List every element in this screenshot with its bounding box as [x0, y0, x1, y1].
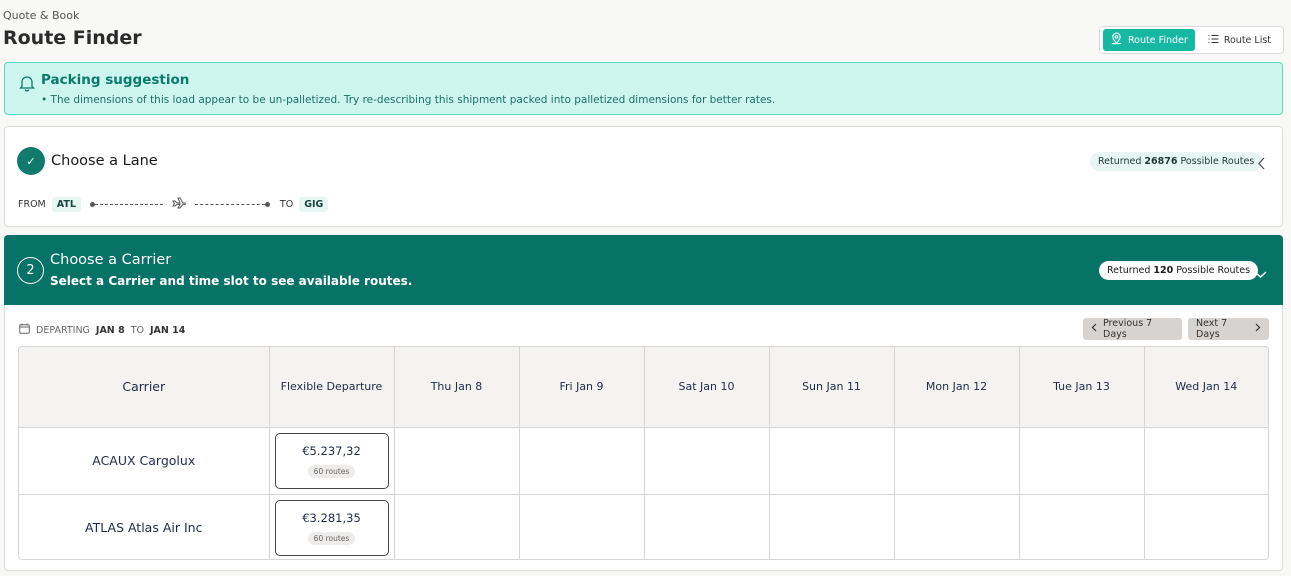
chevron-right-icon	[1255, 323, 1261, 335]
carrier-schedule-table: Carrier Flexible Departure Thu Jan 8 Fri…	[18, 346, 1269, 560]
price: €5.237,32	[302, 443, 361, 458]
chevron-left-icon	[1091, 323, 1097, 335]
alert-message: • The dimensions of this load appear to …	[41, 94, 776, 106]
price-card[interactable]: €3.281,35 60 routes	[274, 499, 389, 556]
carrier-name: ACAUX Cargolux	[19, 427, 270, 495]
next-label: Next 7 Days	[1196, 318, 1228, 340]
calendar-icon	[19, 323, 30, 337]
chevron-left-icon[interactable]	[1257, 155, 1266, 174]
route-dash	[194, 203, 265, 205]
choose-lane-card: ✓ Choose a Lane Returned 26876 Possible …	[4, 126, 1283, 227]
route-finder-tab[interactable]: Route Finder	[1103, 29, 1195, 51]
chevron-down-icon[interactable]	[1254, 264, 1267, 283]
list-icon	[1208, 34, 1219, 47]
breadcrumb: Quote & Book	[3, 9, 80, 22]
plane-icon	[171, 197, 186, 212]
view-toggle: Route Finder Route List	[1099, 26, 1284, 54]
departing-range: DEPARTING JAN 8 TO JAN 14	[19, 323, 185, 337]
carrier-step-title: Choose a Carrier	[50, 252, 172, 268]
previous-7-days-button[interactable]: Previous 7 Days	[1083, 318, 1182, 340]
routes-badge: 60 routes	[307, 531, 356, 545]
returned-suffix: Possible Routes	[1176, 265, 1251, 276]
carrier-returned-badge: Returned 120 Possible Routes	[1099, 261, 1259, 280]
step-number: 2	[17, 257, 44, 284]
next-7-days-button[interactable]: Next 7 Days	[1188, 318, 1269, 340]
alert-title: Packing suggestion	[41, 72, 190, 88]
day-cell[interactable]	[769, 494, 895, 559]
flexible-departure-cell: €3.281,35 60 routes	[269, 494, 395, 559]
day-cell[interactable]	[769, 427, 895, 495]
column-header-carrier: Carrier	[19, 347, 270, 428]
column-header-day: Mon Jan 12	[894, 347, 1020, 428]
returned-count: 120	[1153, 265, 1174, 276]
day-cell[interactable]	[394, 427, 520, 495]
choose-carrier-header[interactable]: 2 Choose a Carrier Select a Carrier and …	[4, 235, 1283, 305]
departing-from-date: JAN 8	[95, 324, 125, 336]
day-cell[interactable]	[1144, 494, 1268, 559]
returned-suffix: Possible Routes	[1180, 156, 1255, 167]
destination-code: GIG	[299, 196, 329, 212]
previous-label: Previous 7 Days	[1103, 318, 1153, 340]
column-header-day: Thu Jan 8	[394, 347, 520, 428]
route-list-label: Route List	[1223, 34, 1272, 46]
carrier-step-subtitle: Select a Carrier and time slot to see av…	[50, 274, 413, 288]
table-row: ATLAS Atlas Air Inc €3.281,35 60 routes	[19, 494, 1268, 559]
flexible-departure-cell: €5.237,32 60 routes	[269, 427, 395, 495]
check-icon: ✓	[17, 147, 45, 175]
lane-returned-badge: Returned 26876 Possible Routes	[1090, 152, 1263, 171]
route-list-tab[interactable]: Route List	[1201, 29, 1278, 51]
day-cell[interactable]	[1019, 494, 1145, 559]
day-cell[interactable]	[644, 427, 770, 495]
day-cell[interactable]	[519, 494, 645, 559]
bell-icon	[18, 74, 36, 96]
carrier-schedule-panel: DEPARTING JAN 8 TO JAN 14 Previous 7 Day…	[4, 305, 1283, 571]
column-header-day: Sun Jan 11	[769, 347, 895, 428]
column-header-day: Tue Jan 13	[1019, 347, 1145, 428]
column-header-day: Fri Jan 9	[519, 347, 645, 428]
to-label: TO	[279, 198, 294, 210]
lane-route: FROM ATL TO GIG	[18, 195, 337, 213]
returned-prefix: Returned	[1098, 156, 1142, 167]
day-cell[interactable]	[394, 494, 520, 559]
day-cell[interactable]	[894, 427, 1020, 495]
departing-to-date: JAN 14	[149, 324, 186, 336]
day-cell[interactable]	[644, 494, 770, 559]
packing-suggestion-alert: Packing suggestion • The dimensions of t…	[4, 62, 1283, 115]
returned-count: 26876	[1144, 156, 1178, 167]
from-label: FROM	[18, 198, 46, 210]
routes-badge: 60 routes	[307, 464, 356, 478]
route-finder-label: Route Finder	[1128, 34, 1188, 46]
destination-dot	[264, 201, 270, 207]
returned-prefix: Returned	[1107, 265, 1151, 276]
page-title: Route Finder	[3, 27, 142, 49]
carrier-name: ATLAS Atlas Air Inc	[19, 494, 270, 559]
price: €3.281,35	[302, 510, 361, 525]
table-row: ACAUX Cargolux €5.237,32 60 routes	[19, 427, 1268, 495]
map-pin-icon	[1110, 32, 1123, 48]
column-header-day: Sat Jan 10	[644, 347, 770, 428]
table-header-row: Carrier Flexible Departure Thu Jan 8 Fri…	[19, 347, 1268, 428]
departing-to-word: TO	[130, 324, 144, 336]
origin-code: ATL	[51, 196, 81, 212]
lane-title[interactable]: Choose a Lane	[51, 153, 158, 169]
day-cell[interactable]	[1019, 427, 1145, 495]
column-header-day: Wed Jan 14	[1144, 347, 1268, 428]
price-card[interactable]: €5.237,32 60 routes	[274, 432, 389, 489]
day-cell[interactable]	[894, 494, 1020, 559]
day-cell[interactable]	[1144, 427, 1268, 495]
departing-label: DEPARTING	[36, 324, 90, 336]
route-dash	[94, 203, 163, 205]
day-cell[interactable]	[519, 427, 645, 495]
column-header-flexible: Flexible Departure	[269, 347, 395, 428]
